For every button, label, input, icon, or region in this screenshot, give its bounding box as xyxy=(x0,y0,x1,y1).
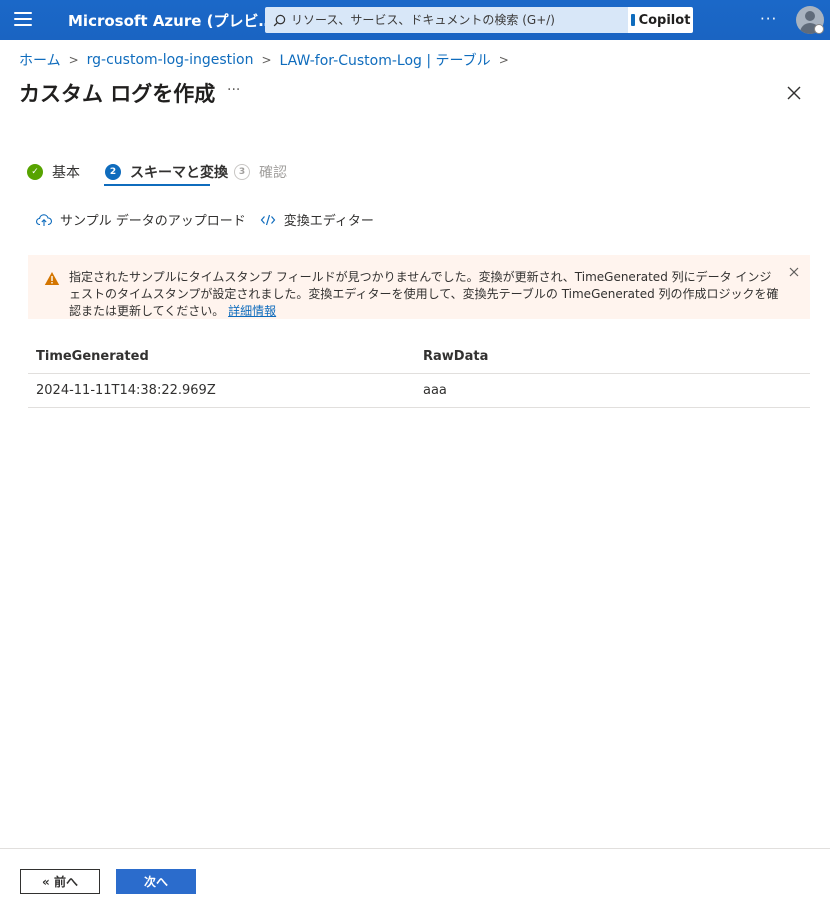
learn-more-link[interactable]: 詳細情報 xyxy=(228,304,276,318)
code-icon xyxy=(260,214,276,225)
next-button[interactable]: 次へ xyxy=(116,869,196,894)
warning-banner: 指定されたサンプルにタイムスタンプ フィールドが見つかりませんでした。変換が更新… xyxy=(28,255,810,319)
table-row: 2024-11-11T14:38:22.969Z aaa xyxy=(28,374,810,408)
tab-review: 3 確認 xyxy=(234,162,287,182)
cloud-upload-icon xyxy=(36,213,52,226)
breadcrumb-resource-group[interactable]: rg-custom-log-ingestion xyxy=(87,52,254,68)
copilot-icon xyxy=(630,14,635,26)
cell-rawdata: aaa xyxy=(423,383,447,398)
search-input[interactable] xyxy=(291,13,621,27)
global-search[interactable] xyxy=(265,7,633,33)
column-header-timegenerated[interactable]: TimeGenerated xyxy=(36,339,149,373)
transform-editor-label: 変換エディター xyxy=(283,214,374,229)
page-title: カスタム ログを作成 xyxy=(19,82,216,106)
warning-message: 指定されたサンプルにタイムスタンプ フィールドが見つかりませんでした。変換が更新… xyxy=(69,269,781,320)
chevron-right-icon: > xyxy=(261,53,272,67)
breadcrumb-workspace-tables[interactable]: LAW-for-Custom-Log | テーブル xyxy=(280,50,491,70)
top-nav-bar: Microsoft Azure (プレビ… Copilot ··· xyxy=(0,0,830,40)
cell-timegenerated: 2024-11-11T14:38:22.969Z xyxy=(36,383,216,398)
upload-sample-label: サンプル データのアップロード xyxy=(60,214,246,229)
table-header-row: TimeGenerated RawData xyxy=(28,339,810,374)
close-icon[interactable] xyxy=(785,84,803,102)
chevron-right-icon: > xyxy=(68,53,79,67)
copilot-button[interactable]: Copilot xyxy=(628,7,693,33)
sample-data-table: TimeGenerated RawData 2024-11-11T14:38:2… xyxy=(28,339,810,408)
more-options-icon[interactable]: ··· xyxy=(760,10,777,28)
toolbar: サンプル データのアップロード 変換エディター xyxy=(36,210,374,229)
wizard-footer: « 前へ 次へ xyxy=(0,848,830,913)
breadcrumb-home[interactable]: ホーム xyxy=(19,50,61,70)
tab-review-label: 確認 xyxy=(259,165,287,181)
warning-text: 指定されたサンプルにタイムスタンプ フィールドが見つかりませんでした。変換が更新… xyxy=(69,270,779,318)
title-more-icon[interactable]: ··· xyxy=(227,82,240,98)
checkmark-icon: ✓ xyxy=(27,164,43,180)
step-2-icon: 2 xyxy=(105,164,121,180)
previous-button[interactable]: « 前へ xyxy=(20,869,100,894)
tab-schema-transform[interactable]: 2 スキーマと変換 xyxy=(105,162,228,182)
tab-basics[interactable]: ✓ 基本 xyxy=(27,162,80,182)
tab-schema-label: スキーマと変換 xyxy=(130,165,228,181)
step-3-icon: 3 xyxy=(234,164,250,180)
portal-brand[interactable]: Microsoft Azure (プレビ… xyxy=(68,10,273,31)
copilot-label: Copilot xyxy=(638,12,691,28)
breadcrumb: ホーム > rg-custom-log-ingestion > LAW-for-… xyxy=(19,50,517,70)
active-tab-indicator xyxy=(104,184,210,186)
close-icon[interactable] xyxy=(788,266,800,278)
lock-badge-icon xyxy=(814,24,824,34)
search-icon xyxy=(273,14,286,26)
tab-basics-label: 基本 xyxy=(52,165,80,181)
column-header-rawdata[interactable]: RawData xyxy=(423,339,488,373)
transform-editor-button[interactable]: 変換エディター xyxy=(260,210,374,229)
upload-sample-button[interactable]: サンプル データのアップロード xyxy=(36,210,246,229)
hamburger-icon[interactable] xyxy=(14,12,32,28)
chevron-right-icon: > xyxy=(498,53,509,67)
warning-icon xyxy=(44,272,60,285)
